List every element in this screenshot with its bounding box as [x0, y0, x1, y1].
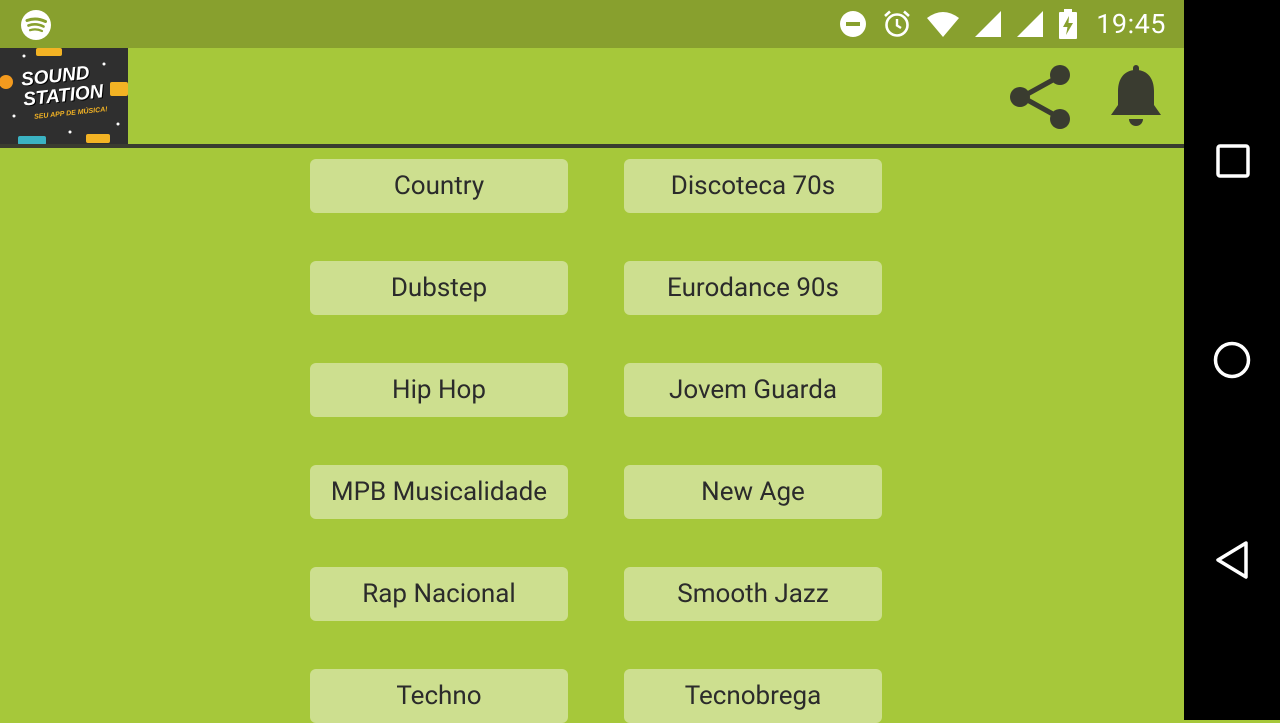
genre-grid: Country Discoteca 70s Dubstep Eurodance …: [0, 148, 1184, 723]
alarm-icon: [882, 9, 912, 39]
home-icon[interactable]: [1212, 340, 1252, 384]
genre-button-smooth-jazz[interactable]: Smooth Jazz: [624, 567, 882, 621]
genre-button-new-age[interactable]: New Age: [624, 465, 882, 519]
genre-button-jovem-guarda[interactable]: Jovem Guarda: [624, 363, 882, 417]
signal-icon: [1016, 10, 1044, 38]
app-logo[interactable]: SOUND STATION SEU APP DE MÚSICA!: [0, 48, 128, 145]
genre-button-tecnobrega[interactable]: Tecnobrega: [624, 669, 882, 723]
signal-icon: [974, 10, 1002, 38]
status-bar: 19:45: [0, 0, 1184, 48]
genre-button-techno[interactable]: Techno: [310, 669, 568, 723]
wifi-icon: [926, 10, 960, 38]
app-bar: SOUND STATION SEU APP DE MÚSICA!: [0, 48, 1184, 145]
genre-button-rap-nacional[interactable]: Rap Nacional: [310, 567, 568, 621]
spotify-icon: [20, 9, 52, 41]
genre-button-country[interactable]: Country: [310, 159, 568, 213]
battery-charging-icon: [1058, 9, 1078, 39]
genre-button-hip-hop[interactable]: Hip Hop: [310, 363, 568, 417]
genre-button-discoteca-70s[interactable]: Discoteca 70s: [624, 159, 882, 213]
genre-button-eurodance-90s[interactable]: Eurodance 90s: [624, 261, 882, 315]
notification-bell-icon[interactable]: [1104, 64, 1168, 132]
recents-icon[interactable]: [1212, 142, 1252, 186]
clock: 19:45: [1096, 8, 1166, 40]
genre-button-mpb-musicalidade[interactable]: MPB Musicalidade: [310, 465, 568, 519]
back-icon[interactable]: [1212, 540, 1252, 584]
system-navigation-bar: [1184, 0, 1280, 720]
do-not-disturb-icon: [838, 9, 868, 39]
genre-button-dubstep[interactable]: Dubstep: [310, 261, 568, 315]
share-icon[interactable]: [1006, 62, 1076, 136]
